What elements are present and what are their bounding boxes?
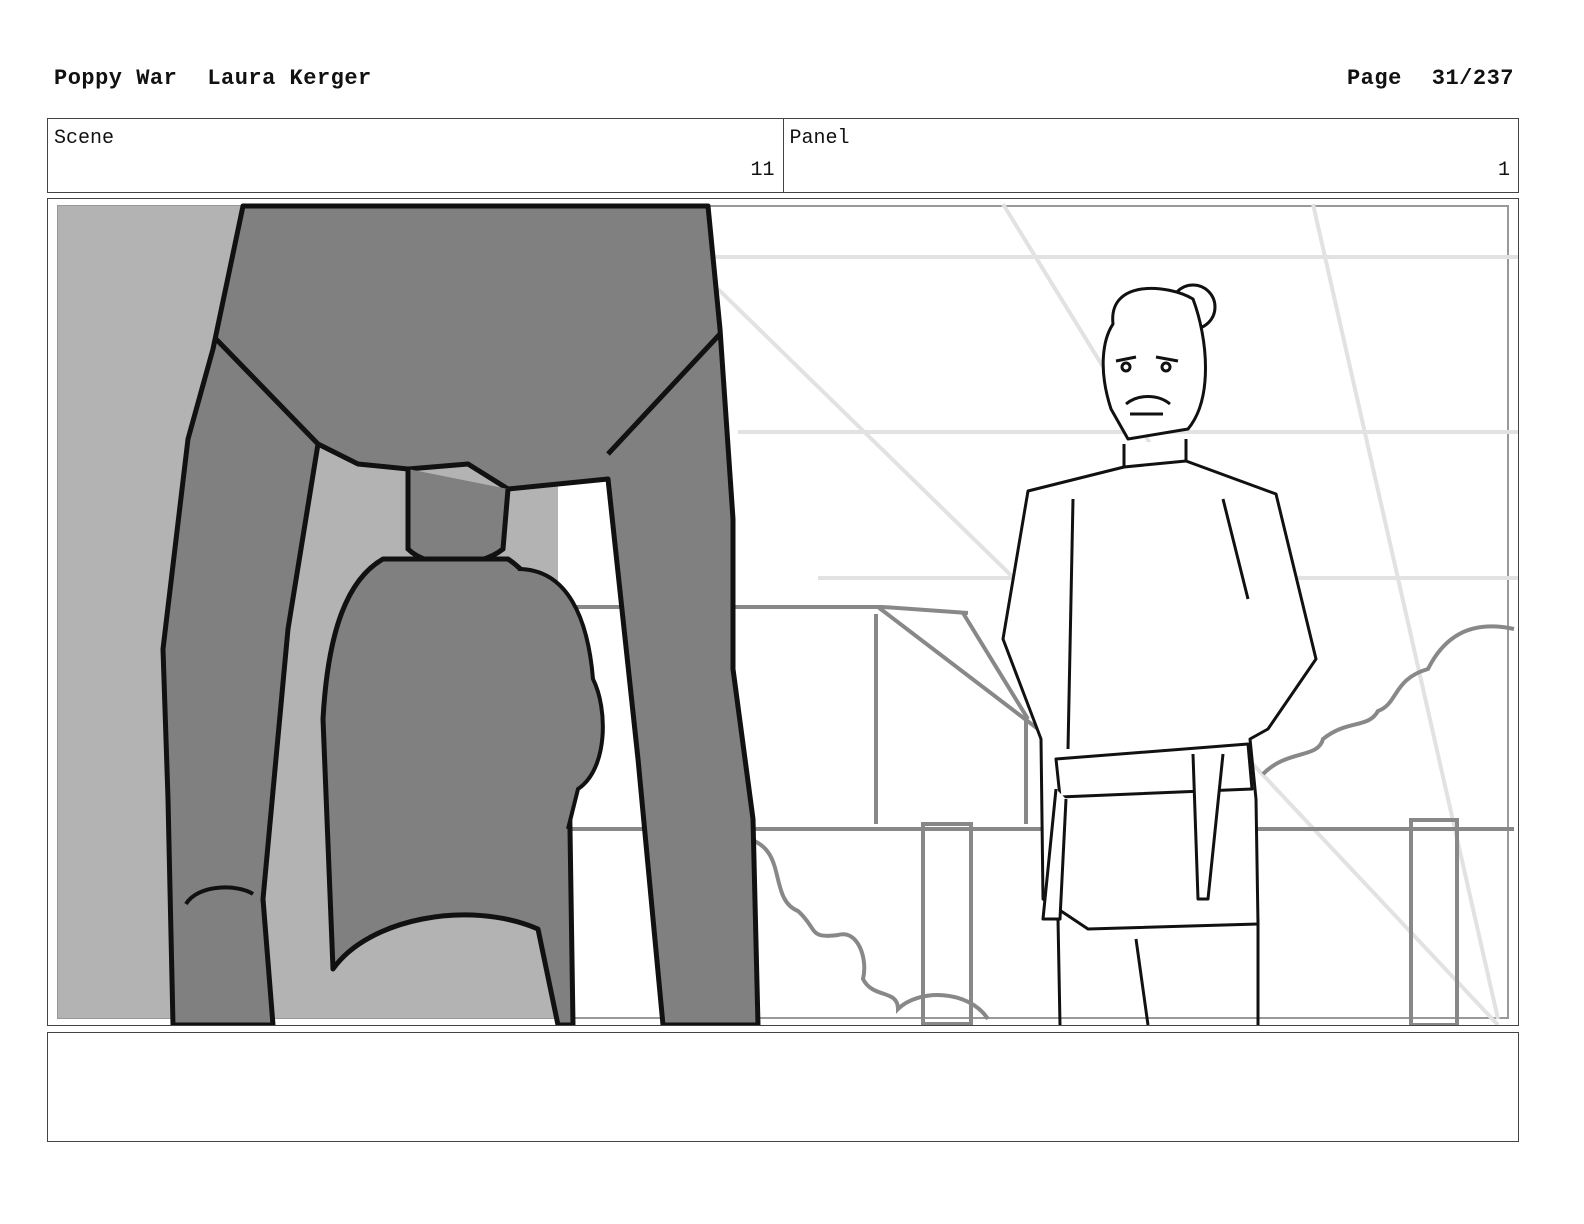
panel-notes-box [47,1032,1519,1142]
panel-cell: Panel 1 [782,119,1519,192]
project-title: Poppy War [54,66,178,91]
storyboard-frame [47,198,1519,1026]
scene-value: 11 [750,159,775,182]
storyboard-sketch-image [57,202,1518,1025]
panel-label: Panel [789,127,850,150]
scene-cell: Scene 11 [48,119,783,192]
page-label: Page [1346,66,1402,91]
author-name: Laura Kerger [207,66,372,91]
scene-label: Scene [54,127,115,150]
scene-panel-info: Scene 11 Panel 1 [47,118,1519,193]
document-header-left: Poppy War Laura Kerger [54,66,372,91]
document-header-right: Page 31/237 [1347,66,1514,91]
panel-value: 1 [1497,159,1510,182]
page-number: 31/237 [1431,66,1514,91]
